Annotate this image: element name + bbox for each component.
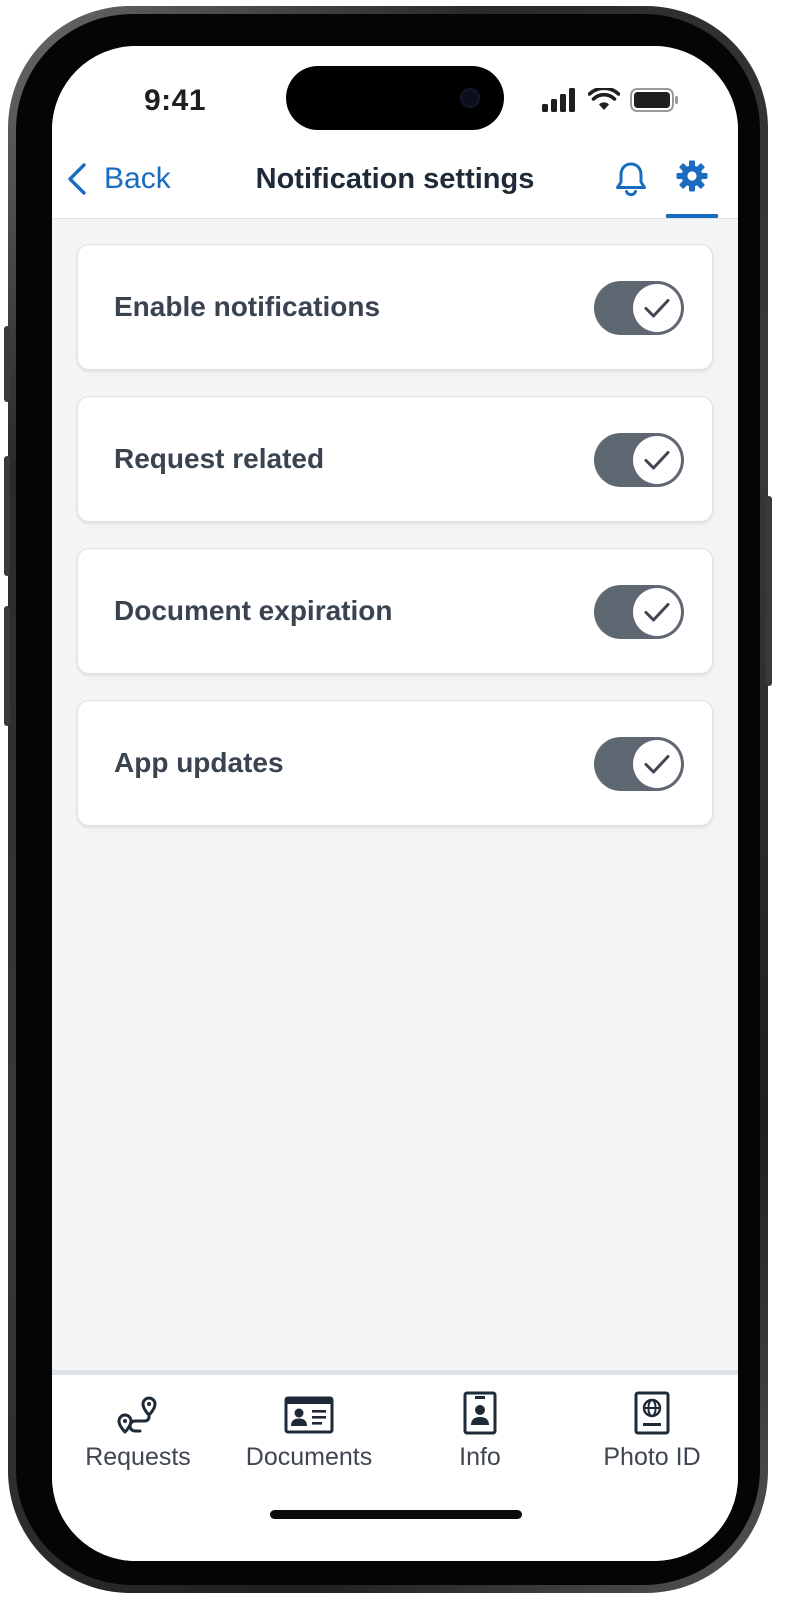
setting-row-document-expiration: Document expiration	[77, 548, 713, 674]
navigation-header: Back Notification settings	[52, 156, 738, 219]
toggle-knob	[633, 588, 681, 636]
badge-icon	[463, 1391, 497, 1435]
screen: 9:41 Back Notification settings Enable n…	[52, 46, 738, 1561]
document-expiration-toggle[interactable]	[594, 585, 684, 639]
action-button	[4, 326, 10, 402]
setting-row-request-related: Request related	[77, 396, 713, 522]
active-tab-indicator	[666, 214, 718, 218]
checkmark-icon	[644, 755, 670, 774]
tab-info[interactable]: Info	[394, 1381, 566, 1472]
id-card-icon	[284, 1396, 334, 1434]
tab-label: Info	[459, 1443, 501, 1471]
tab-label: Requests	[85, 1443, 191, 1471]
tab-requests[interactable]: Requests	[52, 1381, 224, 1472]
enable-notifications-toggle[interactable]	[594, 281, 684, 335]
tab-settings[interactable]	[666, 156, 718, 218]
passport-icon	[634, 1391, 670, 1435]
status-icons	[542, 88, 680, 112]
app-updates-toggle[interactable]	[594, 737, 684, 791]
home-indicator[interactable]	[270, 1510, 522, 1519]
camera-icon	[460, 88, 480, 108]
phone-frame: 9:41 Back Notification settings Enable n…	[4, 6, 772, 1593]
checkmark-icon	[644, 451, 670, 470]
gear-icon	[676, 160, 708, 192]
setting-label: Request related	[114, 443, 325, 474]
setting-label: Document expiration	[114, 595, 393, 626]
tab-label: Documents	[245, 1443, 373, 1471]
status-time: 9:41	[144, 84, 207, 117]
route-icon	[117, 1396, 157, 1434]
wifi-icon	[588, 88, 620, 110]
setting-row-app-updates: App updates	[77, 700, 713, 826]
dynamic-island	[286, 66, 504, 130]
bottom-tab-bar: Requests Documents Info Photo ID	[52, 1370, 738, 1561]
request-related-toggle[interactable]	[594, 433, 684, 487]
checkmark-icon	[644, 299, 670, 318]
volume-up-button	[4, 456, 10, 576]
checkmark-icon	[644, 603, 670, 622]
power-button	[766, 496, 772, 686]
setting-row-enable-notifications: Enable notifications	[77, 244, 713, 370]
tab-label: Photo ID	[603, 1443, 701, 1471]
tab-documents[interactable]: Documents	[223, 1381, 395, 1472]
setting-label: Enable notifications	[114, 291, 381, 322]
setting-label: App updates	[114, 747, 284, 778]
toggle-knob	[633, 436, 681, 484]
volume-down-button	[4, 606, 10, 726]
cellular-signal-icon	[542, 88, 575, 112]
notification-settings-list: Enable notifications Request related Doc…	[77, 244, 713, 852]
bell-icon[interactable]	[614, 160, 648, 198]
battery-icon	[630, 88, 678, 112]
tab-photo-id[interactable]: Photo ID	[566, 1381, 738, 1472]
toggle-knob	[633, 740, 681, 788]
status-bar: 9:41	[52, 46, 738, 156]
toggle-knob	[633, 284, 681, 332]
